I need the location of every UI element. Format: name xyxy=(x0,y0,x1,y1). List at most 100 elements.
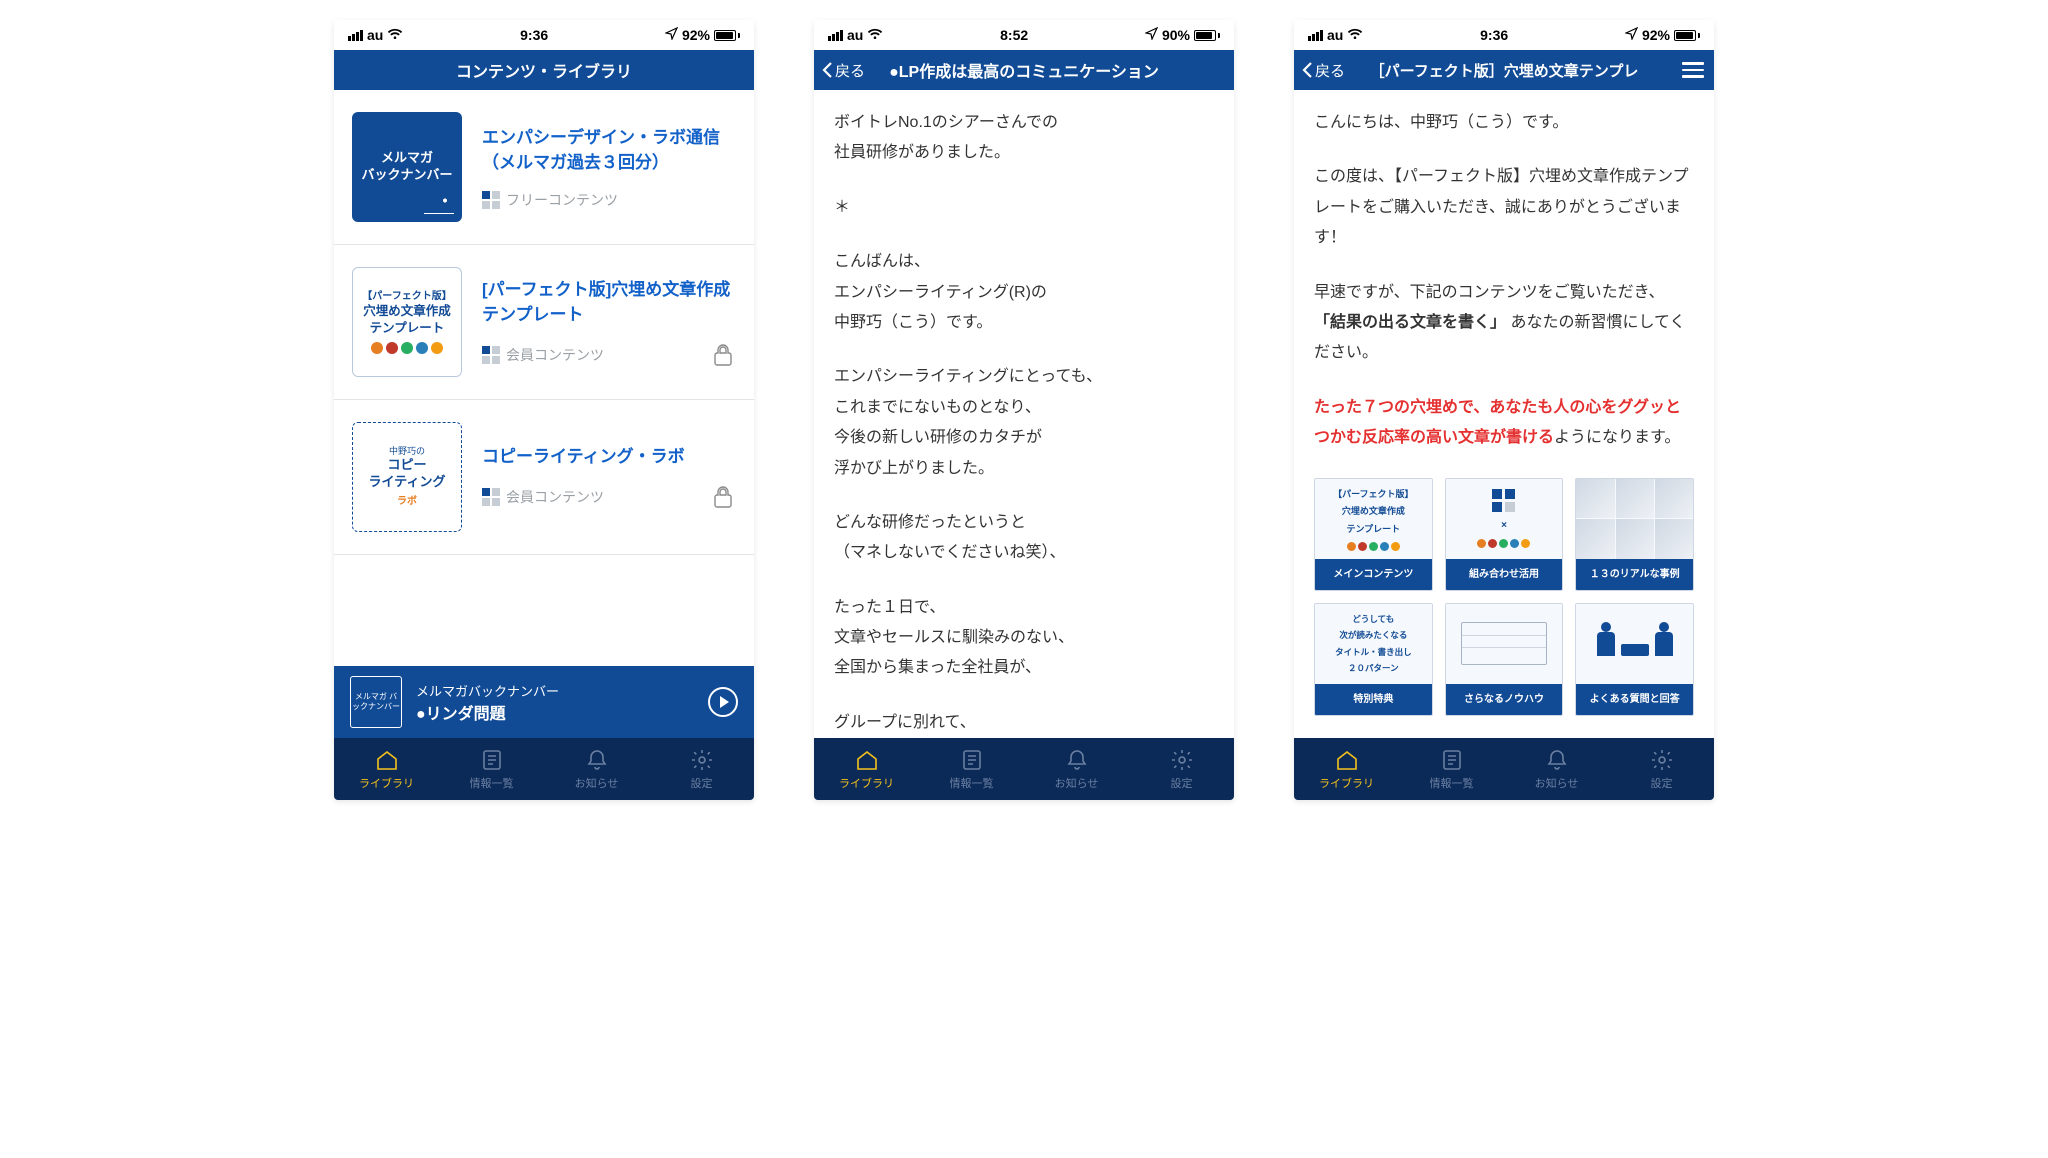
paragraph: ボイトレNo.1のシアーさんでの 社員研修がありました。 xyxy=(834,108,1214,169)
battery-pct: 92% xyxy=(1642,27,1670,43)
content-card[interactable]: どうしても 次が読みたくなる タイトル・書き出し ２０パターン 特別特典 xyxy=(1314,603,1433,716)
back-button[interactable]: 戻る xyxy=(1302,50,1345,90)
card-label: 組み合わせ活用 xyxy=(1446,559,1563,590)
tab-notice[interactable]: お知らせ xyxy=(1504,738,1609,800)
tab-settings[interactable]: 設定 xyxy=(649,738,754,800)
tab-library[interactable]: ライブラリ xyxy=(334,738,439,800)
carrier-label: au xyxy=(367,27,383,43)
card-image xyxy=(1576,604,1693,684)
carrier-label: au xyxy=(1327,27,1343,43)
item-title: [パーフェクト版]穴埋め文章作成テンプレート xyxy=(482,277,736,328)
tab-info[interactable]: 情報一覧 xyxy=(919,738,1024,800)
card-image: 【パーフェクト版】 穴埋め文章作成 テンプレート xyxy=(1315,479,1432,559)
item-body: エンパシーデザイン・ラボ通信（メルマガ過去３回分） フリーコンテンツ xyxy=(482,125,736,210)
carrier-label: au xyxy=(847,27,863,43)
card-grid: 【パーフェクト版】 穴埋め文章作成 テンプレート メインコンテンツ × 組み合わ… xyxy=(1314,478,1694,716)
content-card[interactable]: × 組み合わせ活用 xyxy=(1445,478,1564,591)
paragraph: 早速ですが、下記のコンテンツをご覧いただき、 「結果の出る文章を書く」 あなたの… xyxy=(1314,278,1694,369)
now-playing-bar[interactable]: メルマガ バックナンバー メルマガバックナンバー ●リンダ問題 xyxy=(334,666,754,738)
grid-icon xyxy=(482,191,500,209)
location-icon xyxy=(1625,27,1638,43)
tab-notice[interactable]: お知らせ xyxy=(1024,738,1129,800)
tab-notice[interactable]: お知らせ xyxy=(544,738,649,800)
paragraph: たった１日で、 文章やセールスに馴染みのない、 全国から集まった全社員が、 xyxy=(834,593,1214,684)
item-thumb: 中野巧の コピー ライティング ラボ xyxy=(352,422,462,532)
item-tag: フリーコンテンツ xyxy=(482,190,736,210)
content-card[interactable]: 【パーフェクト版】 穴埋め文章作成 テンプレート メインコンテンツ xyxy=(1314,478,1433,591)
clock: 8:52 xyxy=(1000,27,1028,43)
card-image xyxy=(1446,604,1563,684)
item-title: コピーライティング・ラボ xyxy=(482,444,736,470)
divider-star: ＊ xyxy=(834,193,1214,223)
paragraph: エンパシーライティングにとっても、 これまでにないものとなり、 今後の新しい研修… xyxy=(834,362,1214,484)
content-card[interactable]: よくある質問と回答 xyxy=(1575,603,1694,716)
paragraph: どんな研修だったというと （マネしないでくださいね笑）、 xyxy=(834,508,1214,569)
menu-button[interactable] xyxy=(1682,50,1704,90)
dots-icon xyxy=(1347,542,1400,551)
content-card[interactable]: １３のリアルな事例 xyxy=(1575,478,1694,591)
tab-library[interactable]: ライブラリ xyxy=(814,738,919,800)
tab-bar: ライブラリ 情報一覧 お知らせ 設定 xyxy=(814,738,1234,800)
status-bar: au 9:36 92% xyxy=(1294,20,1714,50)
card-label: よくある質問と回答 xyxy=(1576,684,1693,715)
card-image xyxy=(1576,479,1693,559)
item-thumb: メルマガ バックナンバー xyxy=(352,112,462,222)
card-label: さらなるノウハウ xyxy=(1446,684,1563,715)
paragraph: グループに別れて、 xyxy=(834,708,1214,738)
content-card[interactable]: さらなるノウハウ xyxy=(1445,603,1564,716)
tab-bar: ライブラリ 情報一覧 お知らせ 設定 xyxy=(1294,738,1714,800)
article-body[interactable]: こんにちは、中野巧（こう）です。 この度は、【パーフェクト版】穴埋め文章作成テン… xyxy=(1294,90,1714,738)
list-item[interactable]: 【パーフェクト版】 穴埋め文章作成 テンプレート [パーフェクト版]穴埋め文章作… xyxy=(334,245,754,400)
list-item[interactable]: メルマガ バックナンバー エンパシーデザイン・ラボ通信（メルマガ過去３回分） フ… xyxy=(334,90,754,245)
play-icon[interactable] xyxy=(708,687,738,717)
lock-icon xyxy=(710,342,736,368)
dots-icon xyxy=(371,342,443,354)
paragraph: こんばんは、 エンパシーライティング(R)の 中野巧（こう）です。 xyxy=(834,247,1214,338)
tab-library[interactable]: ライブラリ xyxy=(1294,738,1399,800)
signal-icon xyxy=(348,30,363,41)
np-line1: メルマガバックナンバー xyxy=(416,681,694,700)
item-tag: 会員コンテンツ xyxy=(482,484,736,510)
page-title: コンテンツ・ライブラリ xyxy=(456,58,632,82)
faces-icon xyxy=(1576,479,1693,559)
location-icon xyxy=(1145,27,1158,43)
grid-icon xyxy=(1492,489,1515,512)
tab-info[interactable]: 情報一覧 xyxy=(439,738,544,800)
tab-settings[interactable]: 設定 xyxy=(1129,738,1234,800)
grid-icon xyxy=(482,488,500,506)
tab-settings[interactable]: 設定 xyxy=(1609,738,1714,800)
status-bar: au 9:36 92% xyxy=(334,20,754,50)
list-item[interactable]: 中野巧の コピー ライティング ラボ コピーライティング・ラボ 会員コンテンツ xyxy=(334,400,754,555)
item-title: エンパシーデザイン・ラボ通信（メルマガ過去３回分） xyxy=(482,125,736,176)
item-body: コピーライティング・ラボ 会員コンテンツ xyxy=(482,444,736,510)
item-tag: 会員コンテンツ xyxy=(482,342,736,368)
phone-1: au 9:36 92% コンテンツ・ライブラリ メルマガ バックナンバー xyxy=(334,20,754,800)
article-body[interactable]: ボイトレNo.1のシアーさんでの 社員研修がありました。 ＊ こんばんは、 エン… xyxy=(814,90,1234,738)
nav-header: 戻る ●LP作成は最高のコミュニケーション xyxy=(814,50,1234,90)
card-label: メインコンテンツ xyxy=(1315,559,1432,590)
discussion-icon xyxy=(1597,632,1673,656)
page-title: ［パーフェクト版］穴埋め文章テンプレ xyxy=(1370,60,1639,81)
back-button[interactable]: 戻る xyxy=(822,50,865,90)
tab-info[interactable]: 情報一覧 xyxy=(1399,738,1504,800)
highlight-paragraph: たった７つの穴埋めで、あなたも人の心をググッとつかむ反応率の高い文章が書けるよう… xyxy=(1314,393,1694,454)
card-label: １３のリアルな事例 xyxy=(1576,559,1693,590)
content-list[interactable]: メルマガ バックナンバー エンパシーデザイン・ラボ通信（メルマガ過去３回分） フ… xyxy=(334,90,754,666)
tab-bar: ライブラリ 情報一覧 お知らせ 設定 xyxy=(334,738,754,800)
wifi-icon xyxy=(1347,27,1363,43)
page-title: ●LP作成は最高のコミュニケーション xyxy=(889,58,1159,82)
wifi-icon xyxy=(387,27,403,43)
lock-icon xyxy=(710,484,736,510)
phone-2: au 8:52 90% 戻る ●LP作成は最高のコミュニケーション ボイトレNo… xyxy=(814,20,1234,800)
dots-icon xyxy=(1477,539,1530,548)
card-image: どうしても 次が読みたくなる タイトル・書き出し ２０パターン xyxy=(1315,604,1432,684)
grid-icon xyxy=(482,346,500,364)
wifi-icon xyxy=(867,27,883,43)
clock: 9:36 xyxy=(1480,27,1508,43)
nav-header: コンテンツ・ライブラリ xyxy=(334,50,754,90)
battery-pct: 92% xyxy=(682,27,710,43)
battery-icon xyxy=(714,30,740,41)
np-line2: ●リンダ問題 xyxy=(416,700,694,724)
battery-icon xyxy=(1674,30,1700,41)
battery-pct: 90% xyxy=(1162,27,1190,43)
